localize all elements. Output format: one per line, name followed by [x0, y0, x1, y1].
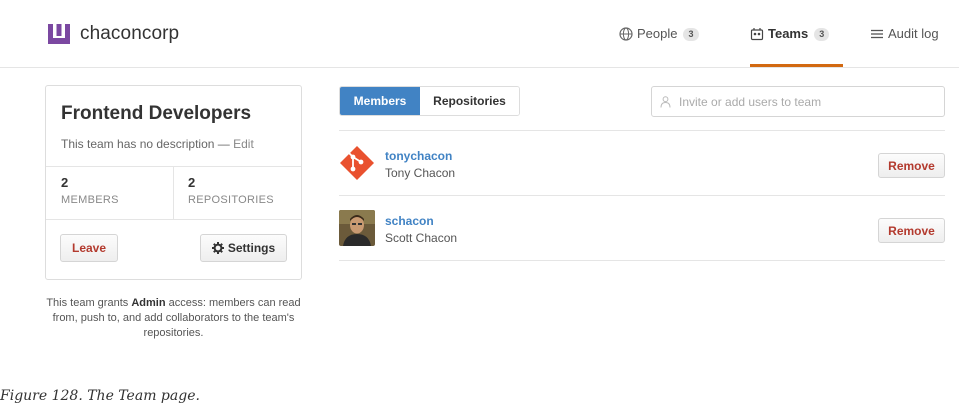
- org-link[interactable]: chaconcorp: [47, 22, 179, 46]
- member-row: schacon Scott Chacon Remove: [339, 196, 945, 261]
- nav-audit-label: Audit log: [888, 26, 939, 41]
- remove-member-button[interactable]: Remove: [878, 218, 945, 243]
- team-description-text: This team has no description: [61, 137, 215, 151]
- globe-icon: [619, 27, 633, 41]
- invite-field[interactable]: [651, 86, 945, 117]
- members-stat[interactable]: 2 MEMBERS: [61, 175, 119, 206]
- access-note: This team grants Admin access: members c…: [45, 296, 302, 341]
- edit-description-link[interactable]: Edit: [233, 137, 254, 151]
- team-description: This team has no description — Edit: [61, 137, 254, 151]
- description-separator: —: [214, 137, 234, 151]
- repositories-label: REPOSITORIES: [188, 194, 274, 206]
- divider: [46, 219, 301, 220]
- settings-button[interactable]: Settings: [200, 234, 287, 262]
- team-icon: [750, 28, 764, 41]
- access-level: Admin: [131, 297, 166, 309]
- active-tab-underline: [750, 64, 843, 67]
- settings-label: Settings: [227, 241, 276, 255]
- team-card: Frontend Developers This team has no des…: [45, 85, 302, 280]
- team-tabs: Members Repositories: [339, 86, 520, 116]
- nav-audit-log[interactable]: Audit log: [870, 26, 939, 68]
- avatar[interactable]: [339, 210, 375, 246]
- list-icon: [871, 29, 883, 39]
- teams-count-badge: 3: [814, 28, 830, 41]
- tab-repositories[interactable]: Repositories: [420, 87, 519, 115]
- people-count-badge: 3: [683, 28, 699, 41]
- remove-member-button[interactable]: Remove: [878, 153, 945, 178]
- member-name: Tony Chacon: [385, 166, 456, 180]
- members-label: MEMBERS: [61, 194, 119, 206]
- org-logo-icon: [48, 24, 70, 44]
- team-title: Frontend Developers: [61, 103, 252, 124]
- leave-button[interactable]: Leave: [60, 234, 118, 262]
- nav-teams-label: Teams: [768, 26, 809, 41]
- divider: [173, 166, 174, 219]
- person-icon: [660, 95, 671, 108]
- nav-people[interactable]: People 3: [619, 26, 699, 68]
- tab-members[interactable]: Members: [340, 87, 420, 115]
- member-row: tonychacon Tony Chacon Remove: [339, 131, 945, 196]
- repositories-count: 2: [188, 175, 196, 190]
- figure-caption: Figure 128. The Team page.: [0, 388, 200, 404]
- nav-teams[interactable]: Teams 3: [750, 26, 830, 68]
- member-name: Scott Chacon: [385, 231, 458, 245]
- repositories-stat[interactable]: 2 REPOSITORIES: [188, 175, 274, 206]
- members-count: 2: [61, 175, 69, 190]
- gear-icon: [211, 242, 224, 254]
- access-note-pre: This team grants: [46, 297, 132, 309]
- org-name: chaconcorp: [80, 23, 180, 44]
- git-logo-icon: [339, 145, 375, 181]
- member-login[interactable]: schacon: [385, 214, 434, 228]
- member-login[interactable]: tonychacon: [385, 149, 452, 163]
- nav-people-label: People: [637, 26, 678, 41]
- invite-input[interactable]: [679, 94, 929, 109]
- user-photo-icon: [339, 210, 375, 246]
- avatar[interactable]: [339, 145, 375, 181]
